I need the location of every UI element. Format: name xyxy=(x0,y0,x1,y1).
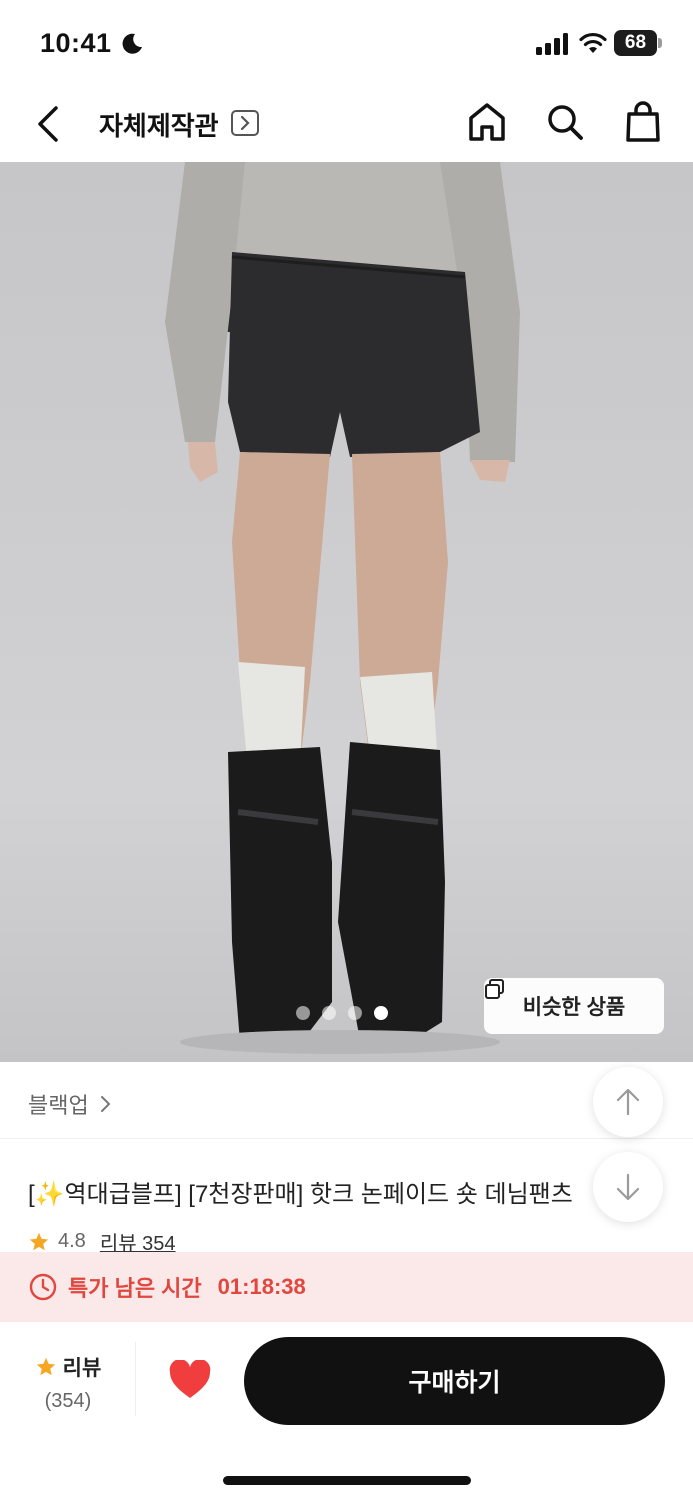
page-dot[interactable] xyxy=(322,1006,336,1020)
top-nav-bar: 자체제작관 xyxy=(0,88,693,162)
review-label: 리뷰 xyxy=(62,1357,102,1380)
moon-icon xyxy=(122,33,142,54)
store-link-button[interactable] xyxy=(231,110,259,136)
product-image-gallery[interactable]: 비슷한 상품 xyxy=(0,162,693,1062)
review-count: (354) xyxy=(44,1390,92,1412)
brand-link[interactable]: 블랙업 xyxy=(28,1088,113,1120)
copy-icon xyxy=(485,979,504,999)
store-title[interactable]: 자체제작관 xyxy=(99,106,219,143)
shopping-bag-icon[interactable] xyxy=(622,100,664,144)
deal-countdown-banner: 특가 남은 시간 01:18:38 xyxy=(0,1252,693,1322)
star-icon xyxy=(29,1232,49,1250)
back-icon[interactable] xyxy=(30,102,70,146)
divider xyxy=(135,1342,136,1416)
scroll-bottom-button[interactable] xyxy=(593,1152,663,1222)
star-icon xyxy=(36,1357,55,1376)
home-icon[interactable] xyxy=(466,100,508,144)
battery-indicator: 68 xyxy=(614,30,662,56)
status-time: 10:41 xyxy=(40,28,112,58)
clock-icon xyxy=(29,1273,57,1301)
review-summary-button[interactable]: 리뷰 (354) xyxy=(28,1352,108,1413)
product-title: [✨역대급블프] [7천장판매] 핫크 논페이드 숏 데님팬츠 xyxy=(28,1181,573,1208)
home-indicator xyxy=(223,1476,471,1485)
battery-tip xyxy=(658,38,662,48)
scroll-top-button[interactable] xyxy=(593,1067,663,1137)
search-icon[interactable] xyxy=(544,101,586,143)
brand-name: 블랙업 xyxy=(28,1093,89,1118)
rating-value: 4.8 xyxy=(58,1230,86,1252)
page-dot[interactable] xyxy=(296,1006,310,1020)
page-dot-active[interactable] xyxy=(374,1006,388,1020)
signal-icon xyxy=(536,33,568,55)
buy-button[interactable]: 구매하기 xyxy=(244,1337,665,1425)
gallery-pagination xyxy=(296,1006,388,1020)
wifi-icon xyxy=(579,32,607,53)
bottom-action-bar: 리뷰 (354) 구매하기 xyxy=(0,1322,693,1500)
product-photo xyxy=(0,162,693,1062)
page-dot[interactable] xyxy=(348,1006,362,1020)
divider xyxy=(0,1138,693,1139)
similar-products-button[interactable]: 비슷한 상품 xyxy=(484,978,664,1034)
chevron-right-icon xyxy=(240,115,250,131)
arrow-down-icon xyxy=(616,1173,640,1201)
battery-level: 68 xyxy=(614,30,657,56)
chevron-right-icon xyxy=(100,1096,111,1112)
deal-label: 특가 남은 시간 xyxy=(68,1276,202,1301)
similar-products-label: 비슷한 상품 xyxy=(522,996,626,1019)
deal-timer: 01:18:38 xyxy=(217,1274,306,1299)
heart-icon[interactable] xyxy=(168,1360,212,1400)
arrow-up-icon xyxy=(616,1088,640,1116)
status-bar: 10:41 68 xyxy=(0,0,693,88)
